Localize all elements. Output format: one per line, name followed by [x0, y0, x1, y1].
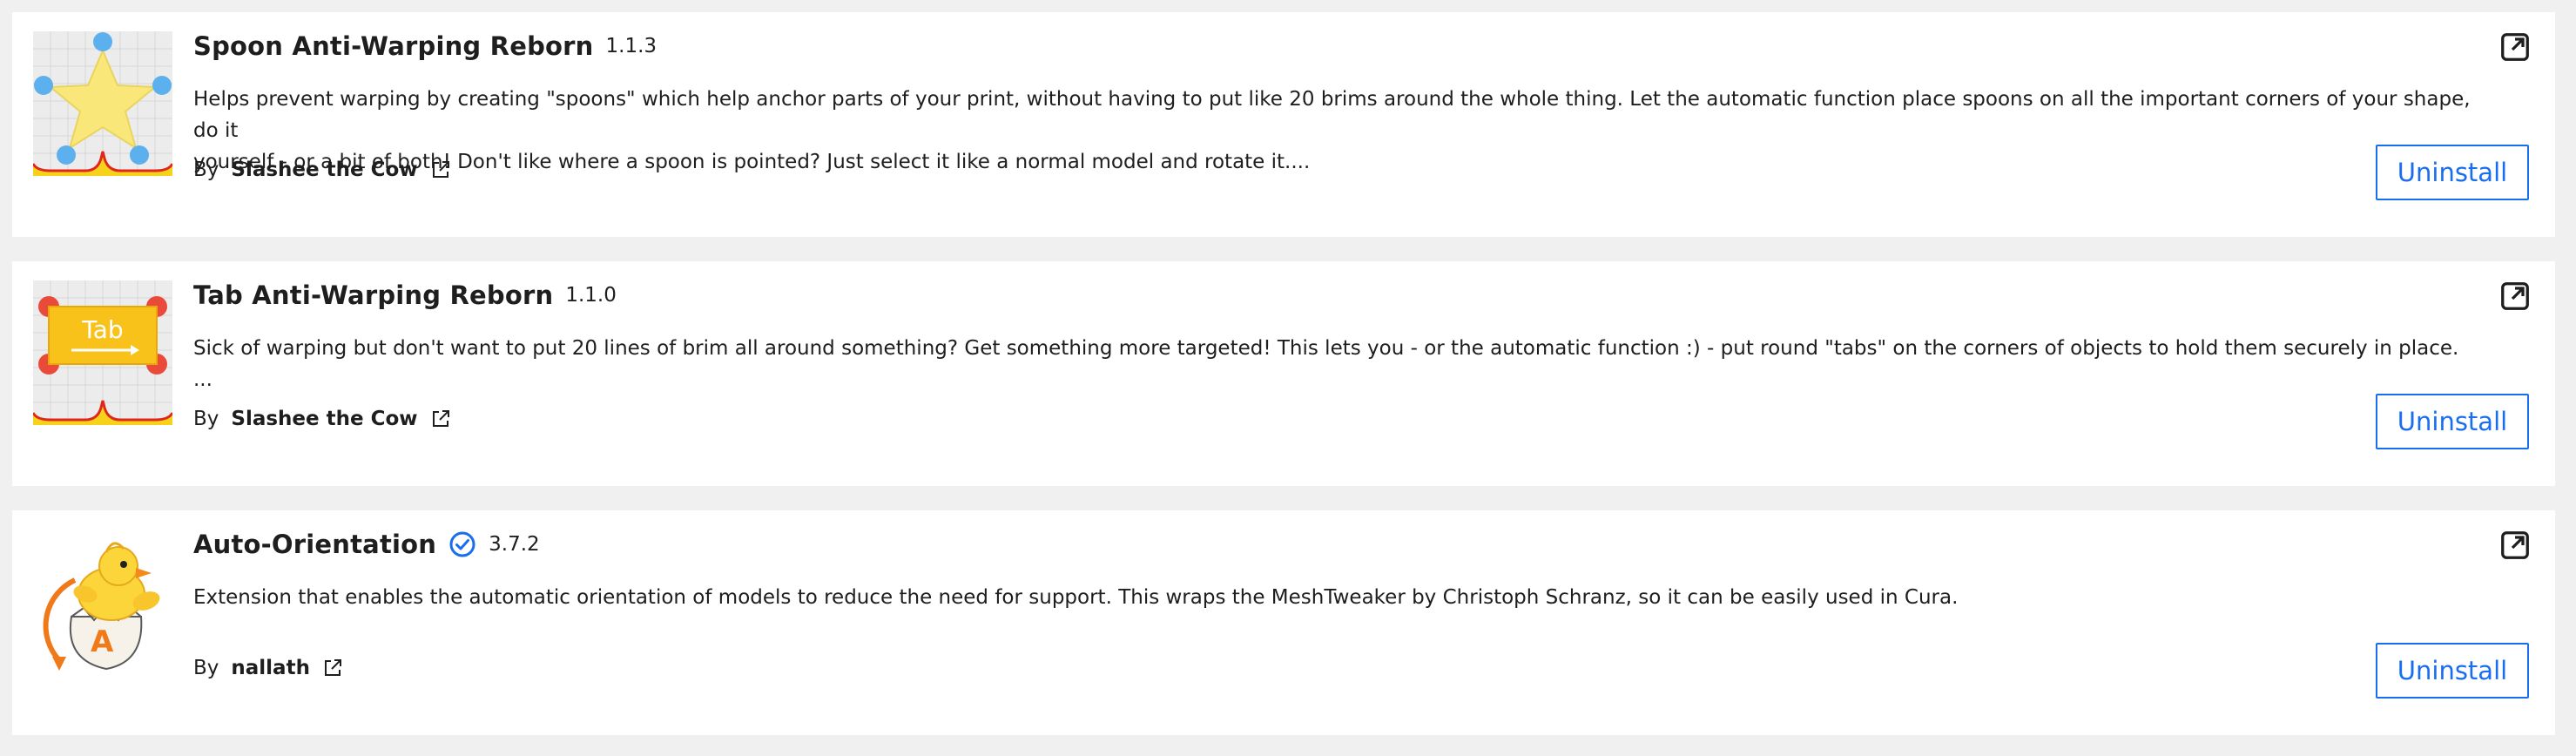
- package-name: Spoon Anti-Warping Reborn: [193, 31, 594, 61]
- auto-orientation-chick-icon: A: [43, 542, 160, 671]
- package-description: Extension that enables the automatic ori…: [193, 586, 1959, 609]
- package-card: Spoon Anti-Warping Reborn 1.1.3 Helps pr…: [12, 12, 2555, 237]
- author-name: Slashee the Cow: [231, 159, 418, 181]
- package-card: A Auto-Orientation 3.7.2 Extension that …: [12, 510, 2555, 735]
- by-label: By: [193, 159, 219, 181]
- open-in-browser-icon[interactable]: [2499, 530, 2531, 561]
- author-link[interactable]: Slashee the Cow: [231, 159, 450, 181]
- package-version: 3.7.2: [489, 533, 540, 556]
- package-name: Tab Anti-Warping Reborn: [193, 280, 554, 310]
- package-version: 1.1.0: [565, 284, 617, 307]
- open-in-browser-icon[interactable]: [2499, 31, 2531, 63]
- by-label: By: [193, 408, 219, 430]
- orientation-icon-letter: A: [91, 624, 114, 659]
- external-link-icon: [432, 161, 449, 178]
- author-name: Slashee the Cow: [231, 408, 418, 430]
- external-link-icon: [324, 659, 341, 676]
- author-row: By nallath: [193, 657, 343, 679]
- package-name: Auto-Orientation: [193, 530, 437, 559]
- uninstall-button[interactable]: Uninstall: [2376, 145, 2529, 200]
- spoon-plugin-icon: [33, 31, 172, 176]
- tab-plugin-icon: Tab: [33, 280, 172, 425]
- author-name: nallath: [231, 657, 310, 679]
- tab-icon-text: Tab: [81, 315, 123, 344]
- package-version: 1.1.3: [605, 35, 657, 57]
- open-in-browser-icon[interactable]: [2499, 280, 2531, 312]
- by-label: By: [193, 657, 219, 679]
- title-row: Tab Anti-Warping Reborn 1.1.0: [193, 280, 617, 310]
- title-row: Spoon Anti-Warping Reborn 1.1.3: [193, 31, 657, 61]
- external-link-icon: [432, 410, 449, 427]
- author-row: By Slashee the Cow: [193, 159, 451, 181]
- verified-badge-icon: [449, 531, 475, 557]
- title-row: Auto-Orientation 3.7.2: [193, 530, 540, 559]
- author-row: By Slashee the Cow: [193, 408, 451, 430]
- package-description: Sick of warping but don't want to put 20…: [193, 337, 2459, 391]
- uninstall-button[interactable]: Uninstall: [2376, 643, 2529, 699]
- package-description: Helps prevent warping by creating "spoon…: [193, 88, 2471, 173]
- package-card: Tab Tab Anti-Warping Reborn 1.1.0 Sick o…: [12, 261, 2555, 486]
- uninstall-button[interactable]: Uninstall: [2376, 394, 2529, 449]
- package-list: Spoon Anti-Warping Reborn 1.1.3 Helps pr…: [0, 0, 2576, 756]
- author-link[interactable]: Slashee the Cow: [231, 408, 450, 430]
- author-link[interactable]: nallath: [231, 657, 343, 679]
